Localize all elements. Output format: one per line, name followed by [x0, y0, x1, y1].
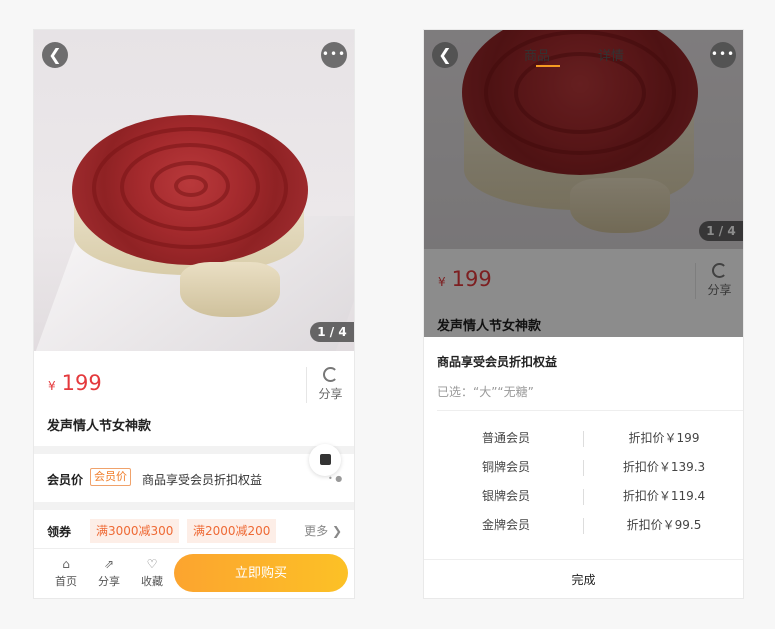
nav-favorite[interactable]: ♡ 收藏 — [136, 557, 168, 589]
more-options-icon[interactable]: ••• — [321, 42, 347, 68]
product-title: 发声情人节女神款 — [47, 419, 152, 434]
member-price-row[interactable]: 会员价 会员价 商品享受会员折扣权益 — [34, 454, 354, 502]
tab-details[interactable]: 详情 — [598, 49, 624, 64]
tier-separator — [583, 489, 584, 505]
currency-symbol: ¥ — [48, 379, 56, 393]
divider — [437, 410, 743, 411]
tier-discount: 折扣价￥139.3 — [622, 460, 706, 474]
sheet-title: 商品享受会员折扣权益 — [437, 355, 558, 369]
done-button[interactable]: 完成 — [424, 559, 743, 598]
tier-name: 铜牌会员 — [481, 460, 530, 474]
member-benefit-text: 商品享受会员折扣权益 — [142, 473, 263, 487]
tier-discount: 折扣价￥199 — [628, 431, 700, 445]
share-refresh-icon — [323, 367, 338, 382]
ribbon-bow — [180, 262, 280, 317]
tier-row: 铜牌会员 折扣价￥139.3 — [424, 458, 743, 478]
nav-share[interactable]: ⇗ 分享 — [93, 557, 125, 589]
active-tab-indicator — [536, 65, 560, 67]
modal-backdrop[interactable] — [424, 30, 743, 337]
heart-icon: ♡ — [146, 557, 158, 571]
nav-share-label: 分享 — [98, 575, 120, 588]
share-button[interactable]: 分享 — [306, 367, 354, 403]
price-panel: ¥199 分享 发声情人节女神款 — [34, 351, 354, 446]
price: ¥199 — [48, 371, 102, 395]
tab-product[interactable]: 商品 — [524, 49, 550, 64]
coupon-row: 领券 满3000减300 满2000减200 更多 ❯ — [34, 510, 354, 550]
member-price-tag: 会员价 — [90, 468, 131, 486]
tier-name: 银牌会员 — [481, 489, 530, 503]
coupon-item[interactable]: 满3000减300 — [90, 519, 180, 543]
pager-dots: • ● — [328, 474, 343, 483]
member-price-label: 会员价 — [47, 473, 84, 487]
tier-discount: 折扣价￥119.4 — [622, 489, 706, 503]
tier-row: 银牌会员 折扣价￥119.4 — [424, 487, 743, 507]
bag-icon — [319, 454, 331, 465]
back-icon[interactable]: ❮ — [432, 42, 458, 68]
tier-separator — [583, 460, 584, 476]
shopping-bag-button[interactable] — [309, 444, 341, 476]
tier-row: 金牌会员 折扣价￥99.5 — [424, 516, 743, 536]
product-image-carousel[interactable] — [34, 30, 354, 351]
price-amount: 199 — [61, 371, 102, 395]
selected-options: 已选：“大”“无糖” — [437, 385, 534, 399]
tier-row: 普通会员 折扣价￥199 — [424, 429, 743, 449]
image-counter: 1 / 4 — [310, 322, 354, 342]
share-label: 分享 — [318, 387, 343, 401]
coupon-item[interactable]: 满2000减200 — [187, 519, 277, 543]
more-coupons-link[interactable]: 更多 ❯ — [304, 522, 342, 539]
buy-now-button[interactable]: 立即购买 — [174, 554, 348, 592]
store-icon: ⌂ — [62, 557, 70, 571]
nav-favorite-label: 收藏 — [141, 575, 163, 588]
tier-name: 普通会员 — [481, 431, 530, 445]
nav-home-label: 首页 — [55, 575, 77, 588]
page-tabs: 商品 详情 — [524, 45, 672, 64]
product-detail-screen: ❮ ••• 1 / 4 ¥199 分享 发声情人节女神款 会员价 会员价 商品享… — [33, 29, 355, 599]
bottom-action-bar: ⌂ 首页 ⇗ 分享 ♡ 收藏 立即购买 — [34, 548, 354, 598]
more-options-icon[interactable]: ••• — [710, 42, 736, 68]
nav-home[interactable]: ⌂ 首页 — [50, 557, 82, 589]
rose-cake-image — [72, 115, 308, 265]
back-icon[interactable]: ❮ — [42, 42, 68, 68]
share-icon: ⇗ — [103, 557, 115, 571]
member-discount-sheet-screen: 1 / 4 ¥199 分享 发声情人节女神款 ❮ ••• 商品 详情 商品享受会员… — [423, 29, 744, 599]
tier-separator — [583, 518, 584, 534]
tier-discount: 折扣价￥99.5 — [626, 518, 702, 532]
coupon-label: 领券 — [47, 525, 72, 539]
tier-name: 金牌会员 — [481, 518, 530, 532]
member-discount-sheet: 商品享受会员折扣权益 已选：“大”“无糖” 普通会员 折扣价￥199 铜牌会员 … — [424, 337, 743, 598]
tier-separator — [583, 431, 584, 447]
